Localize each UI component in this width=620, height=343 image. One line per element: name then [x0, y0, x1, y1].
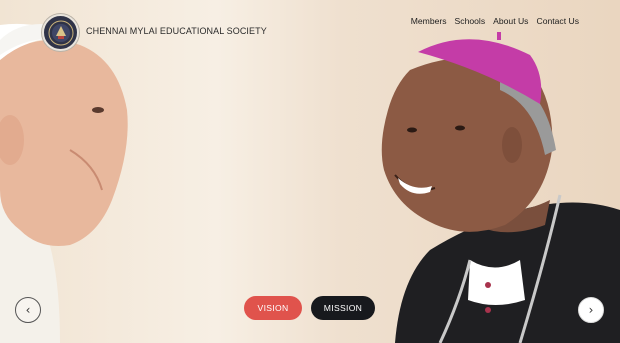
chevron-right-icon: › — [588, 303, 594, 317]
nav-item-schools[interactable]: Schools — [455, 16, 486, 26]
main-nav: Members Schools About Us Contact Us — [411, 16, 579, 26]
nav-item-contact-us[interactable]: Contact Us — [536, 16, 579, 26]
nav-item-about-us[interactable]: About Us — [493, 16, 528, 26]
mission-button[interactable]: MISSION — [311, 296, 375, 320]
nav-item-members[interactable]: Members — [411, 16, 447, 26]
vision-button[interactable]: VISION — [244, 296, 302, 320]
society-emblem-icon[interactable] — [42, 14, 79, 51]
slider-next-button[interactable]: › — [578, 297, 604, 323]
site-header: CHENNAI MYLAI EDUCATIONAL SOCIETY Member… — [0, 0, 620, 60]
site-name[interactable]: CHENNAI MYLAI EDUCATIONAL SOCIETY — [86, 26, 267, 36]
chevron-left-icon: ‹ — [25, 303, 31, 317]
logo-emblem-art — [48, 20, 73, 45]
slider-prev-button[interactable]: ‹ — [15, 297, 41, 323]
